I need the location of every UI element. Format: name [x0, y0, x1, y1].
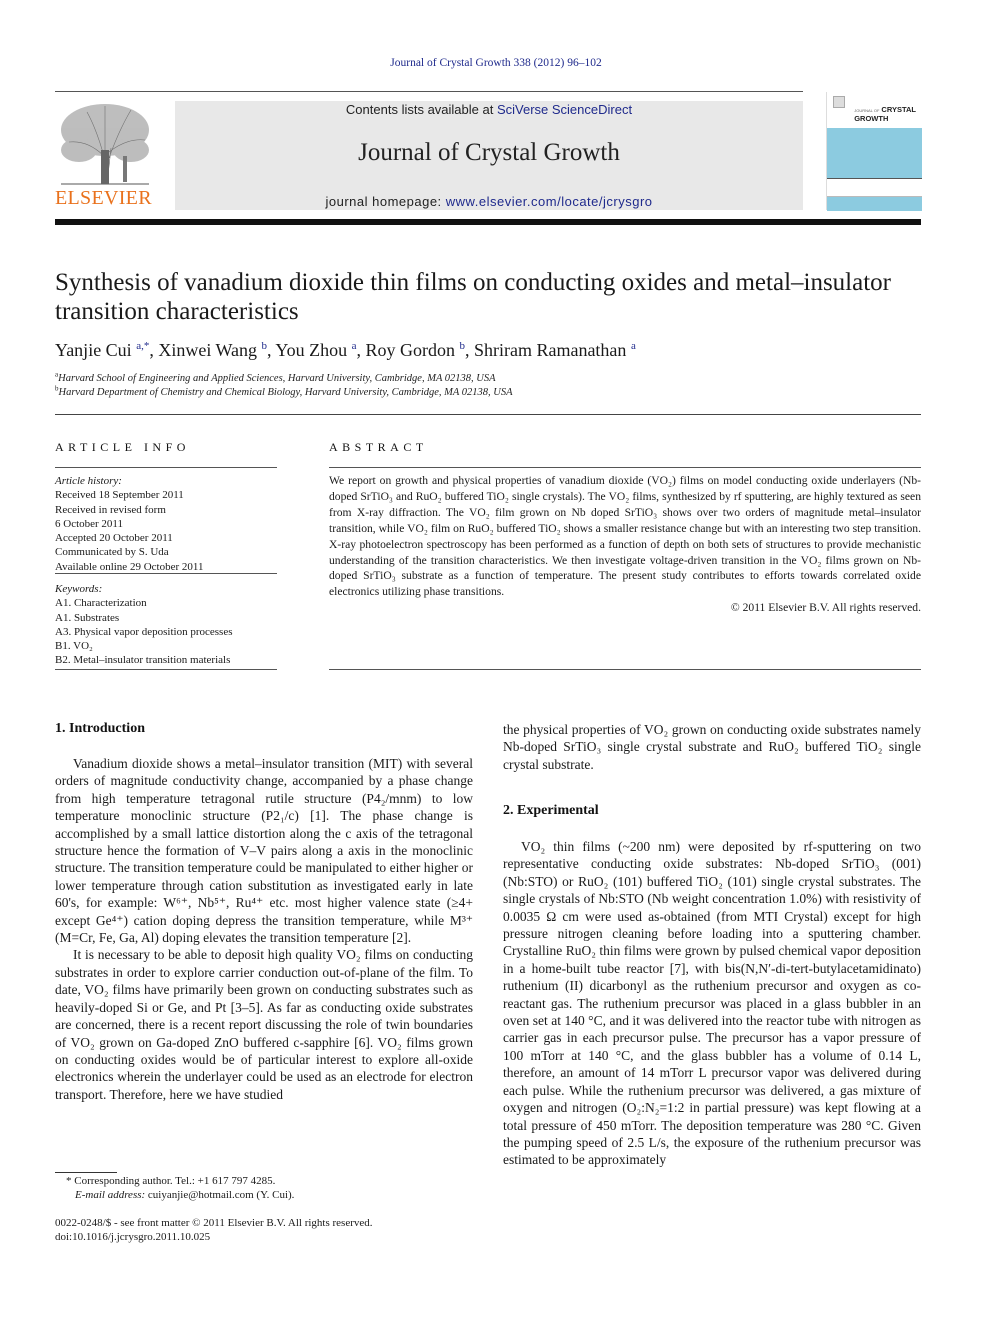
history-label: Article history:	[55, 475, 122, 487]
paragraph: VO₂ thin films (~200 nm) were deposited …	[503, 839, 921, 1168]
cover-title-line1: CRYSTAL	[881, 105, 916, 114]
contents-line: Contents lists available at SciVerse Sci…	[175, 102, 803, 117]
abstract-heading: ABSTRACT	[329, 440, 428, 454]
header-rule	[55, 91, 803, 92]
cover-band-lower	[827, 196, 922, 211]
doi-link[interactable]: doi:10.1016/j.jcrysgro.2011.10.025	[55, 1231, 210, 1243]
publisher-name: ELSEVIER	[55, 187, 152, 209]
cover-title: JOURNAL OF CRYSTAL GROWTH	[854, 106, 916, 123]
homepage-line: journal homepage: www.elsevier.com/locat…	[175, 194, 803, 209]
journal-cover-thumbnail[interactable]: JOURNAL OF CRYSTAL GROWTH	[826, 92, 922, 211]
right-column: the physical properties of VO₂ grown on …	[503, 721, 921, 773]
author[interactable]: You Zhou a	[275, 340, 356, 360]
email-link[interactable]: cuiyanjie@hotmail.com	[148, 1189, 254, 1201]
affiliation-mark[interactable]: a	[631, 340, 636, 352]
cover-small-text: JOURNAL OF	[854, 108, 880, 113]
keyword: B2. Metal–insulator transition materials	[55, 654, 231, 667]
corresponding-author-note: * Corresponding author. Tel.: +1 617 797…	[66, 1175, 276, 1187]
homepage-prefix: journal homepage:	[325, 194, 446, 209]
history-item: 6 October 2011	[55, 517, 124, 530]
title-rule	[55, 414, 921, 415]
section-heading-introduction: 1. Introduction	[55, 721, 145, 736]
cover-logo-icon	[833, 96, 845, 108]
section-heading-experimental: 2. Experimental	[503, 803, 599, 818]
paragraph: It is necessary to be able to deposit hi…	[55, 947, 473, 1102]
email-note: E-mail address: cuiyanjie@hotmail.com (Y…	[75, 1189, 294, 1201]
keyword: B1. VO₂	[55, 640, 93, 653]
keyword: A1. Substrates	[55, 611, 120, 624]
left-column: Vanadium dioxide shows a metal–insulator…	[55, 755, 473, 1103]
email-label: E-mail address:	[75, 1189, 148, 1201]
divider	[55, 573, 277, 574]
email-suffix: (Y. Cui).	[253, 1189, 295, 1201]
cover-title-line2: GROWTH	[854, 114, 889, 123]
footnote-rule	[55, 1172, 117, 1173]
history-item: Received 18 September 2011	[55, 489, 184, 502]
journal-citation[interactable]: Journal of Crystal Growth 338 (2012) 96–…	[0, 57, 992, 69]
journal-banner: Contents lists available at SciVerse Sci…	[175, 101, 803, 210]
sciencedirect-link[interactable]: SciVerse ScienceDirect	[497, 102, 632, 117]
author[interactable]: Shriram Ramanathan a	[474, 340, 636, 360]
author[interactable]: Yanjie Cui a,*	[55, 340, 149, 360]
paragraph: Vanadium dioxide shows a metal–insulator…	[55, 756, 473, 946]
affiliation-b: bHarvard Department of Chemistry and Che…	[55, 384, 513, 398]
article-info-heading: ARTICLE INFO	[55, 440, 190, 454]
author[interactable]: Xinwei Wang b	[158, 340, 267, 360]
keywords-label: Keywords:	[55, 583, 103, 595]
keyword: A1. Characterization	[55, 597, 147, 610]
divider	[329, 467, 921, 468]
author[interactable]: Roy Gordon b	[365, 340, 465, 360]
homepage-link[interactable]: www.elsevier.com/locate/jcrysgro	[446, 194, 653, 209]
keyword: A3. Physical vapor deposition processes	[55, 625, 233, 638]
history-item: Available online 29 October 2011	[55, 560, 204, 573]
elsevier-logo[interactable]: ELSEVIER	[55, 98, 165, 210]
keywords: Keywords: A1. Characterization A1. Subst…	[55, 582, 277, 668]
history-item: Received in revised form	[55, 503, 166, 516]
abstract-body: We report on growth and physical propert…	[329, 473, 921, 616]
author-list: Yanjie Cui a,*, Xinwei Wang b, You Zhou …	[55, 340, 636, 360]
paragraph: the physical properties of VO₂ grown on …	[503, 722, 921, 772]
divider	[329, 669, 921, 670]
article-title: Synthesis of vanadium dioxide thin films…	[55, 269, 891, 325]
abstract-text: We report on growth and physical propert…	[329, 474, 921, 599]
history-item: Accepted 20 October 2011	[55, 532, 173, 545]
history-item: Communicated by S. Uda	[55, 546, 169, 559]
journal-title: Journal of Crystal Growth	[358, 139, 620, 166]
affiliation-mark[interactable]: a,*	[136, 340, 149, 352]
divider	[55, 467, 277, 468]
affiliation-a: aHarvard School of Engineering and Appli…	[55, 370, 496, 384]
divider	[55, 669, 277, 670]
abstract-copyright: © 2011 Elsevier B.V. All rights reserved…	[730, 601, 921, 615]
cover-band	[827, 128, 922, 179]
right-column-experimental: VO₂ thin films (~200 nm) were deposited …	[503, 838, 921, 1169]
tree-icon	[61, 104, 149, 185]
header-thick-rule	[55, 219, 921, 225]
front-matter-note: 0022-0248/$ - see front matter © 2011 El…	[55, 1217, 373, 1229]
article-history: Article history: Received 18 September 2…	[55, 474, 277, 574]
contents-prefix: Contents lists available at	[345, 102, 497, 117]
